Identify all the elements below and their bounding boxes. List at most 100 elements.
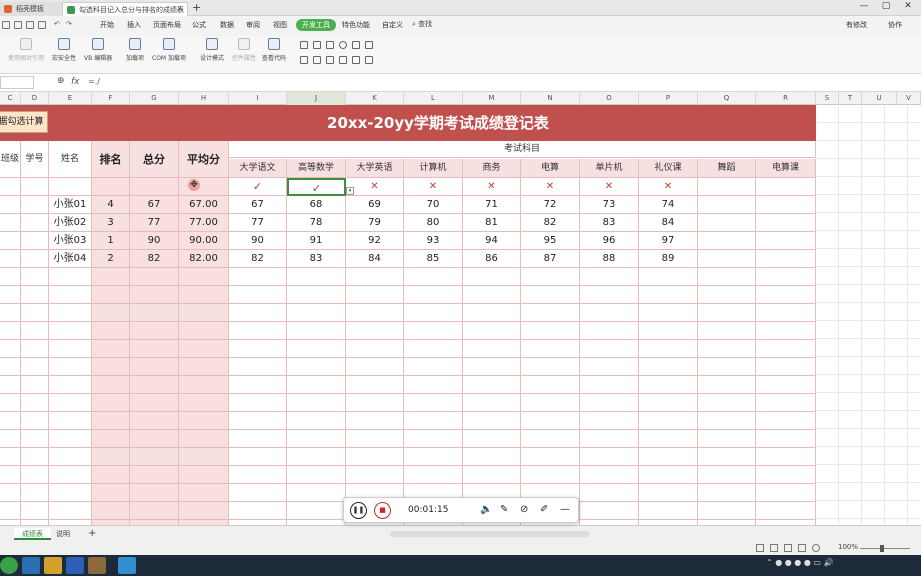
table-cell[interactable] bbox=[698, 376, 756, 394]
table-cell[interactable] bbox=[287, 304, 346, 322]
table-cell[interactable] bbox=[229, 430, 287, 448]
table-cell[interactable] bbox=[346, 376, 404, 394]
table-cell[interactable] bbox=[0, 394, 21, 412]
addins-button[interactable]: 加载项 bbox=[126, 38, 144, 62]
score-cell[interactable]: 82 bbox=[521, 214, 580, 232]
column-header[interactable]: U bbox=[862, 92, 897, 105]
column-header[interactable]: D bbox=[21, 92, 49, 105]
table-cell[interactable] bbox=[756, 340, 816, 358]
table-cell[interactable] bbox=[639, 286, 698, 304]
table-cell[interactable] bbox=[229, 448, 287, 466]
table-cell[interactable] bbox=[463, 286, 521, 304]
table-cell[interactable] bbox=[521, 430, 580, 448]
table-cell[interactable] bbox=[346, 268, 404, 286]
table-cell[interactable] bbox=[756, 502, 816, 520]
column-header[interactable]: O bbox=[580, 92, 639, 105]
column-header[interactable]: N bbox=[521, 92, 580, 105]
average-cell[interactable]: 82.00 bbox=[179, 250, 229, 268]
table-cell[interactable] bbox=[463, 466, 521, 484]
menu-insert[interactable]: 插入 bbox=[127, 20, 141, 30]
table-cell[interactable] bbox=[521, 340, 580, 358]
table-cell[interactable] bbox=[698, 502, 756, 520]
subject-name[interactable]: 单片机 bbox=[580, 159, 639, 178]
score-cell[interactable]: 84 bbox=[639, 214, 698, 232]
table-cell[interactable] bbox=[21, 376, 49, 394]
score-cell[interactable]: 90 bbox=[229, 232, 287, 250]
table-cell[interactable] bbox=[92, 322, 130, 340]
maximize-icon[interactable]: ▢ bbox=[878, 1, 894, 11]
table-cell[interactable] bbox=[21, 286, 49, 304]
table-cell[interactable] bbox=[521, 394, 580, 412]
minimize-recorder-icon[interactable]: — bbox=[560, 504, 570, 515]
more-controls-icon[interactable] bbox=[365, 56, 373, 64]
textbox-control-icon[interactable] bbox=[326, 41, 334, 49]
rank-cell[interactable]: 2 bbox=[92, 250, 130, 268]
table-cell[interactable] bbox=[21, 196, 49, 214]
table-cell[interactable] bbox=[49, 322, 92, 340]
design-mode-button[interactable]: 设计模式 bbox=[200, 38, 224, 62]
score-cell[interactable]: 69 bbox=[346, 196, 404, 214]
relative-ref-button[interactable]: 使用相对引用 bbox=[8, 38, 44, 62]
table-cell[interactable] bbox=[21, 466, 49, 484]
image-control-icon[interactable] bbox=[365, 41, 373, 49]
column-header[interactable]: I bbox=[229, 92, 287, 105]
table-cell[interactable] bbox=[179, 466, 229, 484]
table-cell[interactable] bbox=[49, 448, 92, 466]
table-cell[interactable] bbox=[0, 430, 21, 448]
table-cell[interactable] bbox=[346, 358, 404, 376]
score-cell[interactable]: 92 bbox=[346, 232, 404, 250]
menu-developer[interactable]: 开发工具 bbox=[296, 19, 336, 31]
table-cell[interactable] bbox=[229, 358, 287, 376]
table-cell[interactable] bbox=[287, 286, 346, 304]
table-cell[interactable] bbox=[130, 448, 179, 466]
table-cell[interactable] bbox=[130, 502, 179, 520]
table-cell[interactable] bbox=[130, 268, 179, 286]
score-cell[interactable]: 95 bbox=[521, 232, 580, 250]
table-cell[interactable] bbox=[346, 340, 404, 358]
table-cell[interactable] bbox=[0, 412, 21, 430]
table-cell[interactable] bbox=[49, 178, 92, 196]
table-cell[interactable] bbox=[229, 322, 287, 340]
table-cell[interactable] bbox=[463, 430, 521, 448]
column-header[interactable]: P bbox=[639, 92, 698, 105]
table-cell[interactable] bbox=[639, 322, 698, 340]
table-cell[interactable] bbox=[521, 448, 580, 466]
table-cell[interactable] bbox=[229, 376, 287, 394]
table-cell[interactable] bbox=[639, 394, 698, 412]
table-cell[interactable] bbox=[698, 484, 756, 502]
score-cell[interactable] bbox=[698, 250, 756, 268]
toggle-control-icon[interactable] bbox=[352, 56, 360, 64]
recorder-app-icon[interactable] bbox=[118, 557, 136, 574]
table-cell[interactable] bbox=[229, 484, 287, 502]
menu-review[interactable]: 审阅 bbox=[246, 20, 260, 30]
cross-mark[interactable]: ✕ bbox=[639, 178, 698, 196]
table-cell[interactable] bbox=[49, 394, 92, 412]
table-cell[interactable] bbox=[580, 430, 639, 448]
total-cell[interactable]: 77 bbox=[130, 214, 179, 232]
score-cell[interactable] bbox=[756, 232, 816, 250]
score-cell[interactable] bbox=[756, 214, 816, 232]
score-cell[interactable]: 71 bbox=[463, 196, 521, 214]
rank-cell[interactable]: 1 bbox=[92, 232, 130, 250]
score-cell[interactable]: 97 bbox=[639, 232, 698, 250]
table-cell[interactable] bbox=[0, 268, 21, 286]
cross-mark[interactable]: ✕ bbox=[521, 178, 580, 196]
table-cell[interactable] bbox=[698, 466, 756, 484]
rank-cell[interactable]: 3 bbox=[92, 214, 130, 232]
com-addins-button[interactable]: COM 加载项 bbox=[152, 38, 186, 62]
table-cell[interactable] bbox=[229, 268, 287, 286]
table-cell[interactable] bbox=[0, 214, 21, 232]
table-cell[interactable] bbox=[179, 340, 229, 358]
table-cell[interactable] bbox=[463, 412, 521, 430]
column-title[interactable]: 排名 bbox=[92, 141, 130, 178]
table-cell[interactable] bbox=[49, 376, 92, 394]
table-cell[interactable] bbox=[404, 322, 463, 340]
sheet-tab-grades[interactable]: 成绩表 bbox=[14, 528, 51, 540]
table-cell[interactable] bbox=[698, 304, 756, 322]
start-icon[interactable] bbox=[0, 557, 18, 574]
table-cell[interactable] bbox=[463, 304, 521, 322]
table-cell[interactable] bbox=[639, 304, 698, 322]
table-cell[interactable] bbox=[179, 430, 229, 448]
close-icon[interactable]: × bbox=[176, 4, 183, 13]
column-header[interactable]: E bbox=[49, 92, 92, 105]
